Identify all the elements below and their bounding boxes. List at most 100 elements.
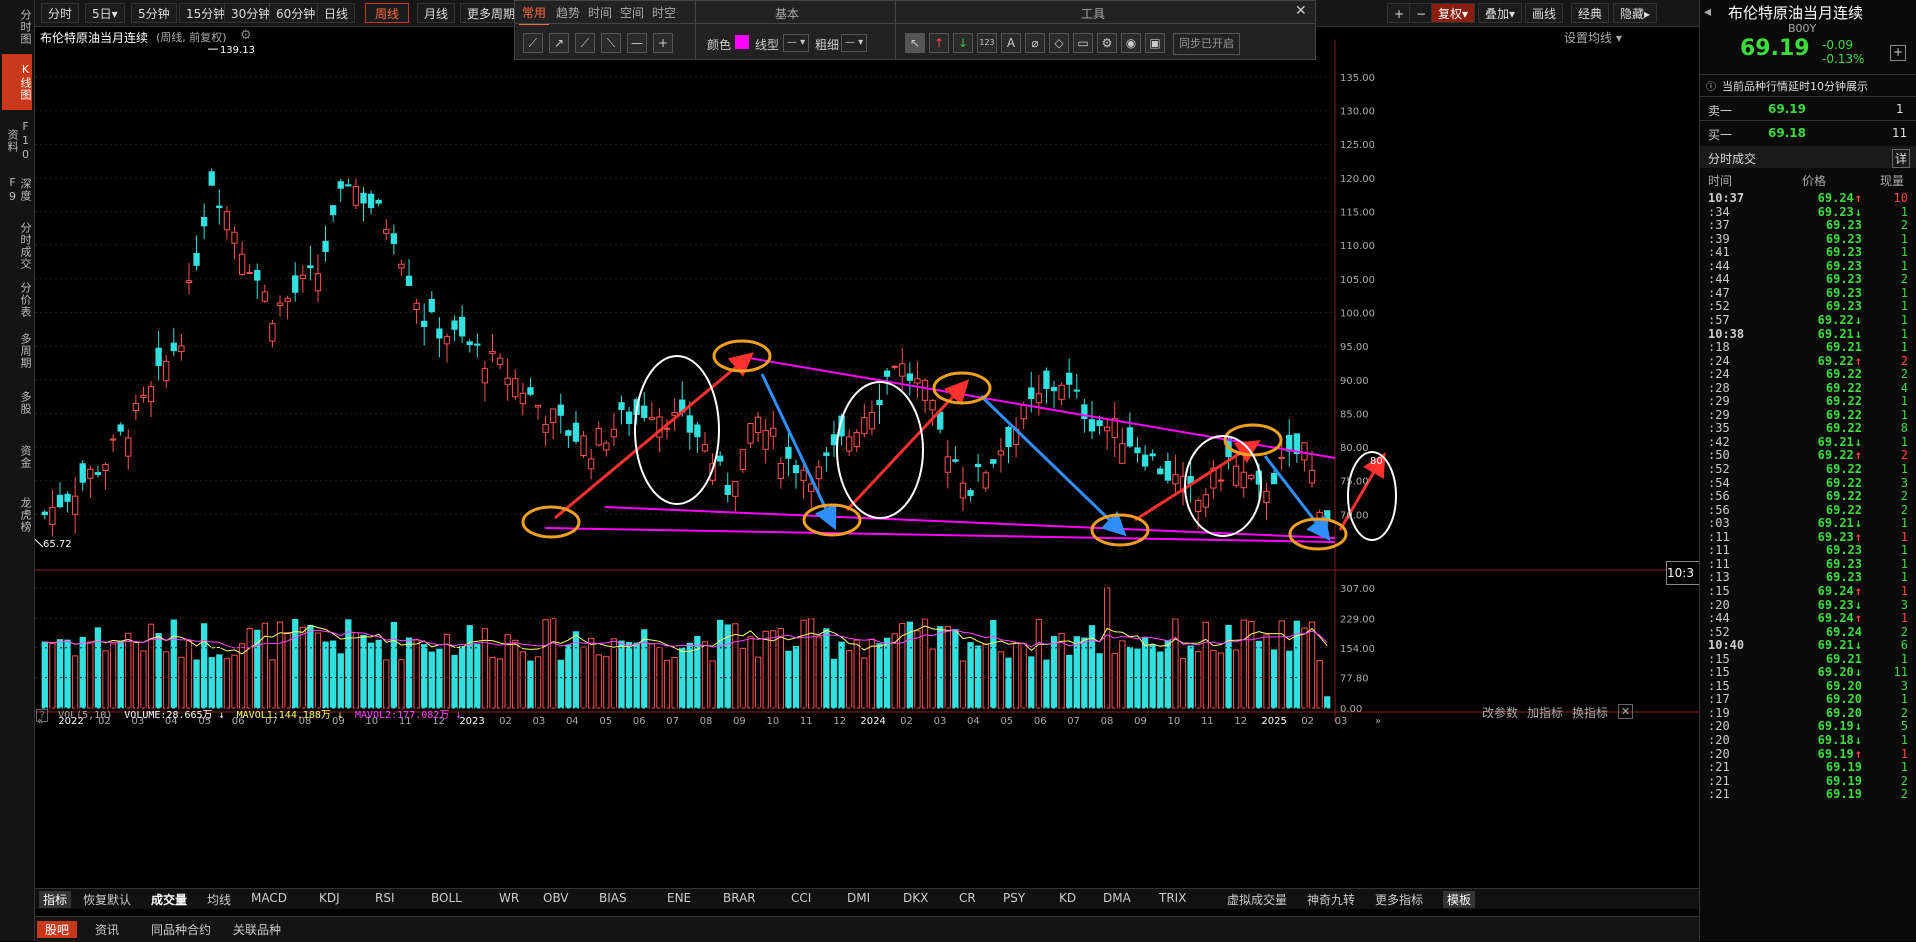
thickness-select[interactable]: — ▾: [841, 34, 867, 52]
period-5min[interactable]: 5分钟: [131, 3, 177, 23]
zoom-out-button[interactable]: −: [1409, 3, 1434, 23]
volume-bar: [147, 623, 155, 709]
indicator-tab[interactable]: BIAS: [599, 891, 627, 905]
ray-line-icon[interactable]: ↗: [549, 33, 569, 53]
footer-tab-forum[interactable]: 股吧: [37, 921, 78, 938]
tool-tab-spacetime[interactable]: 时空: [649, 3, 679, 23]
zoom-in-button[interactable]: +: [1387, 3, 1412, 23]
indicator-tab[interactable]: 神奇九转: [1307, 891, 1355, 908]
nav-depth[interactable]: 深度F9: [2, 170, 32, 210]
text-icon[interactable]: A: [1001, 33, 1021, 53]
volume-bar: [921, 618, 929, 709]
volume-close-icon[interactable]: ✕: [1618, 704, 1634, 719]
nav-kline[interactable]: K线图: [2, 54, 32, 110]
footer-tab-related[interactable]: 关联品种: [225, 921, 289, 938]
indicator-tab[interactable]: DMI: [847, 891, 870, 905]
toolbox-close-icon[interactable]: ✕: [1295, 3, 1307, 19]
candle-down: [724, 484, 731, 495]
indicator-tab[interactable]: 成交量: [151, 891, 187, 908]
tool-tab-space[interactable]: 空间: [617, 3, 647, 23]
straight-line-icon[interactable]: ⟋: [575, 33, 595, 53]
period-more[interactable]: 更多周期: [460, 3, 523, 23]
indicator-tab[interactable]: 指标: [39, 891, 72, 908]
up-arrow-icon[interactable]: ↑: [929, 33, 949, 53]
nav-dragon-tiger[interactable]: 龙虎榜: [2, 492, 32, 538]
indicator-tab[interactable]: BRAR: [723, 891, 756, 905]
volume-bar: [383, 659, 390, 709]
parallel-line-icon[interactable]: ⟍: [601, 33, 621, 53]
hide-button[interactable]: 隐藏▸: [1613, 3, 1658, 23]
color-swatch[interactable]: [735, 35, 749, 49]
nav-multi-period[interactable]: 多周期: [2, 330, 32, 372]
trash-icon[interactable]: ▭: [1073, 33, 1093, 53]
classic-button[interactable]: 经典: [1571, 3, 1610, 23]
tool-tab-time[interactable]: 时间: [585, 3, 615, 23]
candle-up: [921, 379, 929, 401]
tool-tab-common[interactable]: 常用: [519, 3, 550, 25]
indicator-tab[interactable]: MACD: [251, 891, 287, 905]
indicator-tab[interactable]: 虚拟成交量: [1227, 891, 1287, 908]
volume-bar: [299, 626, 306, 709]
nav-intraday[interactable]: 分时图: [2, 4, 32, 50]
period-monthly[interactable]: 月线: [417, 3, 456, 23]
tool-tab-trend[interactable]: 趋势: [553, 3, 583, 23]
period-intraday[interactable]: 分时: [41, 3, 80, 23]
save-icon[interactable]: ▣: [1145, 33, 1165, 53]
candle-up: [352, 185, 360, 206]
volume-bar: [914, 630, 921, 709]
cross-line-icon[interactable]: +: [653, 33, 673, 53]
add-indicator-button[interactable]: 加指标: [1527, 704, 1563, 721]
draw-line-button[interactable]: 画线: [1525, 3, 1564, 23]
period-daily[interactable]: 日线: [317, 3, 356, 23]
indicator-tab[interactable]: CR: [959, 891, 976, 905]
segment-line-icon[interactable]: ⟋: [523, 33, 543, 53]
line-type-select[interactable]: — ▾: [783, 34, 809, 52]
horizontal-line-icon[interactable]: —: [627, 33, 647, 53]
eye-icon[interactable]: ◉: [1121, 33, 1141, 53]
period-weekly[interactable]: 周线: [365, 3, 409, 23]
volume-bar: [595, 654, 602, 709]
nav-ticks[interactable]: 分时成交: [2, 220, 32, 272]
eraser-icon[interactable]: ⌀: [1025, 33, 1045, 53]
kline-chart[interactable]: 139.1365.72 80 135.00130.00125.00120.001…: [35, 40, 1699, 888]
nav-funds[interactable]: 资金: [2, 440, 32, 474]
indicator-tab[interactable]: KD: [1059, 891, 1076, 905]
period-5day[interactable]: 5日▾: [85, 3, 125, 23]
indicator-tab[interactable]: DKX: [903, 891, 928, 905]
nav-multi-stock[interactable]: 多股: [2, 386, 32, 420]
indicator-tab[interactable]: 模板: [1443, 891, 1476, 908]
footer-tab-contracts[interactable]: 同品种合约: [143, 921, 219, 938]
back-icon[interactable]: ◂: [1704, 4, 1711, 20]
indicator-tab[interactable]: TRIX: [1159, 891, 1186, 905]
number-icon[interactable]: 123: [977, 33, 997, 53]
indicator-tab[interactable]: KDJ: [319, 891, 340, 905]
indicator-tab[interactable]: OBV: [543, 891, 569, 905]
adjust-button[interactable]: 复权▾: [1431, 3, 1476, 23]
settings-icon[interactable]: ⚙: [1097, 33, 1117, 53]
indicator-tab[interactable]: ENE: [667, 891, 691, 905]
indicator-tab[interactable]: PSY: [1003, 891, 1025, 905]
add-watch-icon[interactable]: +: [1890, 45, 1906, 61]
pointer-icon[interactable]: ↖: [905, 33, 925, 53]
indicator-tab[interactable]: 更多指标: [1375, 891, 1423, 908]
erase-all-icon[interactable]: ◇: [1049, 33, 1069, 53]
nav-f10[interactable]: F10资料: [2, 116, 32, 166]
footer-tab-news[interactable]: 资讯: [87, 921, 127, 938]
indicator-tab[interactable]: CCI: [791, 891, 811, 905]
down-arrow-icon[interactable]: ↓: [953, 33, 973, 53]
sync-button[interactable]: 同步已开启: [1173, 33, 1240, 55]
indicator-tab[interactable]: 恢复默认: [83, 891, 131, 908]
overlay-button[interactable]: 叠加▾: [1478, 3, 1523, 23]
help-icon[interactable]: ?: [36, 709, 49, 722]
change-indicator-button[interactable]: 换指标: [1572, 704, 1608, 721]
indicator-tab[interactable]: RSI: [375, 891, 395, 905]
edit-params-button[interactable]: 改参数: [1482, 704, 1518, 721]
candle-up: [800, 469, 807, 481]
ticks-detail-button[interactable]: 详: [1892, 149, 1911, 168]
indicator-tab[interactable]: 均线: [207, 891, 231, 908]
indicator-tab[interactable]: WR: [499, 891, 519, 905]
nav-price-table[interactable]: 分价表: [2, 280, 32, 320]
indicator-tab[interactable]: BOLL: [431, 891, 462, 905]
indicator-tab[interactable]: DMA: [1103, 891, 1131, 905]
period-60min[interactable]: 60分钟: [269, 3, 323, 23]
